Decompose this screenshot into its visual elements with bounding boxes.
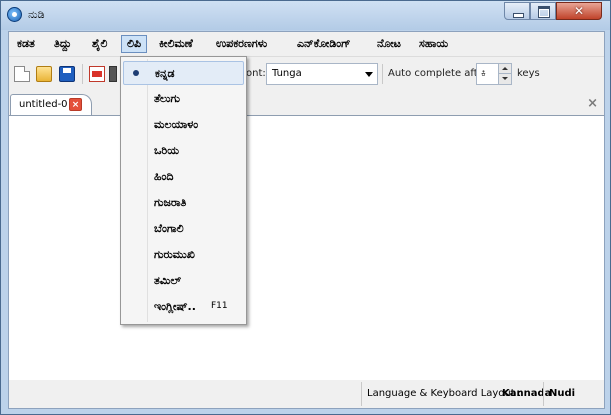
menu-item-hindi[interactable]: ಹಿಂದಿ [123,165,244,189]
maximize-button[interactable] [530,2,556,20]
font-select[interactable]: Tunga [266,63,378,85]
menu-item-label: ಬೆಂಗಾಲಿ [154,222,184,235]
menu-item-telugu[interactable]: ತೆಲುಗು [123,87,244,111]
menu-item-label: ತಮಿಲ್ [154,274,182,287]
menu-item-label: ಗುರುಮುಖಿ [154,248,195,261]
menu-encoding[interactable]: ಎನ್‌ಕೋಡಿಂಗ್ [292,35,356,53]
window-title: ನುಡಿ [28,8,45,21]
close-icon: ✕ [573,4,585,18]
menu-item-label: ಮಲಯಾಳಂ [154,118,199,131]
radio-selected-icon [133,70,139,76]
app-window: ನುಡಿ ✕ ಕಡತ ತಿದ್ದು ಶೈಲಿ ಲಿಪಿ ಕೀಲಿಮಣೆ ಉಪಕರ… [0,0,611,415]
menu-bar: ಕಡತ ತಿದ್ದು ಶೈಲಿ ಲಿಪಿ ಕೀಲಿಮಣೆ ಉಪಕರಣಗಳು ಎನ… [9,32,604,57]
status-separator [361,382,362,406]
menu-item-bengali[interactable]: ಬೆಂಗಾಲಿ [123,217,244,241]
menu-item-english[interactable]: ಇಂಗ್ಲೀಷ್.. F11 [123,295,244,319]
menu-item-label: ಕನ್ನಡ [155,67,175,80]
menu-style[interactable]: ಶೈಲಿ [87,35,112,53]
minimize-icon [513,13,524,18]
new-file-icon[interactable] [14,66,30,82]
menu-help[interactable]: ಸಹಾಯ [414,35,453,53]
menu-item-label: ಇಂಗ್ಲೀಷ್.. [154,300,196,313]
client-area: ಕಡತ ತಿದ್ದು ಶೈಲಿ ಲಿಪಿ ಕೀಲಿಮಣೆ ಉಪಕರಣಗಳು ಎನ… [8,31,605,409]
chevron-down-icon [365,72,373,77]
menu-item-tamil[interactable]: ತಮಿಲ್ [123,269,244,293]
autocomplete-label: Auto complete after [388,68,488,79]
menu-item-kannada[interactable]: ಕನ್ನಡ [123,61,244,85]
menu-tools[interactable]: ಉಪಕರಣಗಳು [211,35,272,53]
status-separator [543,382,544,406]
menu-item-label: ಹಿಂದಿ [154,170,174,183]
menu-edit[interactable]: ತಿದ್ದು [49,35,76,53]
maximize-icon [538,6,550,18]
autocomplete-value: ಕಿ [481,68,486,79]
close-all-icon[interactable]: × [587,96,598,111]
pdf-icon[interactable] [89,66,105,82]
menu-item-label: ಗುಜರಾತಿ [154,196,187,209]
status-bar: Language & Keyboard Layout : Kannada Nud… [9,380,604,408]
menu-item-malayalam[interactable]: ಮಲಯಾಳಂ [123,113,244,137]
document-tabstrip: untitled-0 × × [9,92,604,116]
font-select-value: Tunga [272,68,302,79]
save-icon[interactable] [59,66,75,82]
script-dropdown-menu: ಕನ್ನಡ ತೆಲುಗು ಮಲಯಾಳಂ ಒರಿಯ ಹಿಂದಿ ಗುಜರಾತಿ ಬ… [120,56,247,325]
toolbar-separator [82,64,83,84]
font-label: ont: [246,68,266,79]
autocomplete-stepper[interactable]: ಕಿ [476,63,512,85]
title-bar: ನುಡಿ ✕ [1,1,610,30]
menu-item-shortcut: F11 [211,301,228,311]
menu-script[interactable]: ಲಿಪಿ [121,35,148,53]
menu-item-label: ತೆಲುಗು [154,92,180,105]
menu-item-label: ಒರಿಯ [154,144,179,157]
print-icon[interactable] [109,66,117,82]
spin-down-icon[interactable] [498,74,511,84]
menu-item-gurmukhi[interactable]: ಗುರುಮುಖಿ [123,243,244,267]
status-label: Language & Keyboard Layout : [367,388,522,399]
app-icon[interactable] [7,7,22,22]
keys-label: keys [517,68,540,79]
open-folder-icon[interactable] [36,66,52,82]
menu-item-oriya[interactable]: ಒರಿಯ [123,139,244,163]
text-editor[interactable] [9,115,604,381]
menu-item-gujarati[interactable]: ಗುಜರಾತಿ [123,191,244,215]
spin-up-icon[interactable] [498,64,511,74]
toolbar-separator [382,64,383,84]
menu-keyboard[interactable]: ಕೀಲಿಮಣೆ [154,35,198,53]
minimize-button[interactable] [504,2,530,20]
status-keyboard: Nudi [549,388,576,399]
tab-label: untitled-0 [19,99,68,110]
menu-file[interactable]: ಕಡತ [12,35,40,53]
toolbar: ont: Tunga Auto complete after ಕಿ keys [9,58,604,90]
tab-untitled-0[interactable]: untitled-0 × [10,94,92,116]
tab-close-icon[interactable]: × [69,98,82,111]
menu-view[interactable]: ನೋಟ [372,35,406,53]
close-window-button[interactable]: ✕ [556,2,602,20]
